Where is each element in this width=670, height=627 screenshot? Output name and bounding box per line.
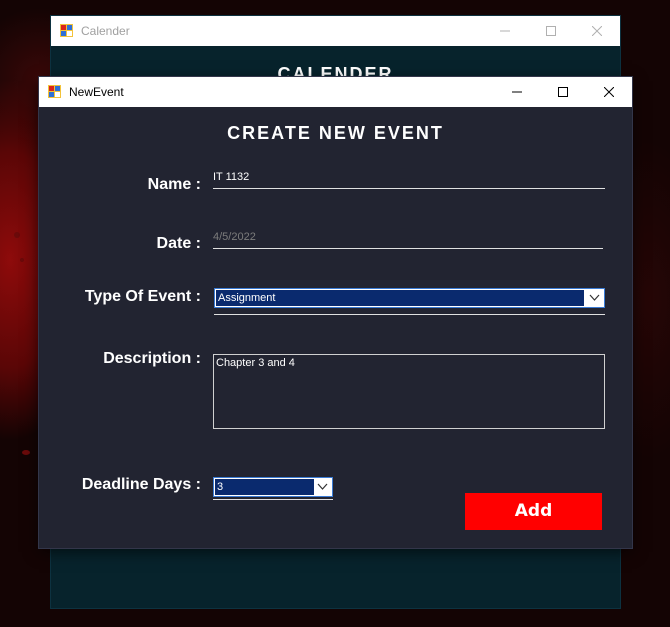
deadline-days-label: Deadline Days : bbox=[81, 476, 201, 493]
minimize-button[interactable] bbox=[482, 16, 528, 46]
date-underline bbox=[213, 248, 603, 249]
description-value: Chapter 3 and 4 bbox=[216, 357, 295, 369]
close-button[interactable] bbox=[586, 77, 632, 107]
create-new-event-heading: CREATE NEW EVENT bbox=[227, 123, 444, 143]
add-button[interactable]: Add bbox=[465, 493, 602, 530]
chevron-down-icon[interactable] bbox=[588, 291, 601, 304]
maximize-icon bbox=[558, 87, 568, 97]
type-of-event-select[interactable]: Assignment bbox=[214, 288, 605, 308]
window-title: NewEvent bbox=[69, 85, 124, 99]
close-icon bbox=[592, 26, 602, 36]
background-speck bbox=[22, 450, 30, 455]
close-icon bbox=[604, 87, 614, 97]
deadline-days-select[interactable]: 3 bbox=[213, 477, 333, 497]
maximize-button[interactable] bbox=[528, 16, 574, 46]
app-icon bbox=[60, 24, 73, 37]
calender-titlebar[interactable]: Calender bbox=[51, 16, 620, 46]
new-event-dialog: NewEvent CREATE NEW EVENT Name : IT 1132… bbox=[39, 77, 632, 548]
chevron-down-icon[interactable] bbox=[316, 480, 329, 493]
maximize-button[interactable] bbox=[540, 77, 586, 107]
background-speck bbox=[20, 258, 24, 262]
date-input[interactable]: 4/5/2022 bbox=[213, 231, 256, 243]
minimize-icon bbox=[500, 30, 510, 32]
type-of-event-label: Type Of Event : bbox=[84, 288, 201, 305]
description-label: Description : bbox=[103, 350, 201, 367]
maximize-icon bbox=[546, 26, 556, 36]
date-label: Date : bbox=[156, 235, 201, 252]
app-icon bbox=[48, 85, 61, 98]
close-button[interactable] bbox=[574, 16, 620, 46]
name-input[interactable]: IT 1132 bbox=[213, 171, 249, 183]
window-title: Calender bbox=[81, 24, 130, 38]
type-of-event-underline bbox=[214, 314, 605, 315]
deadline-days-value: 3 bbox=[215, 479, 314, 495]
name-underline bbox=[213, 188, 605, 189]
type-of-event-value: Assignment bbox=[216, 290, 584, 306]
minimize-icon bbox=[512, 91, 522, 93]
background-speck bbox=[14, 232, 20, 238]
new-event-titlebar[interactable]: NewEvent bbox=[39, 77, 632, 107]
name-label: Name : bbox=[147, 176, 201, 193]
minimize-button[interactable] bbox=[494, 77, 540, 107]
description-textarea[interactable]: Chapter 3 and 4 bbox=[213, 354, 605, 429]
deadline-days-underline bbox=[213, 499, 333, 500]
